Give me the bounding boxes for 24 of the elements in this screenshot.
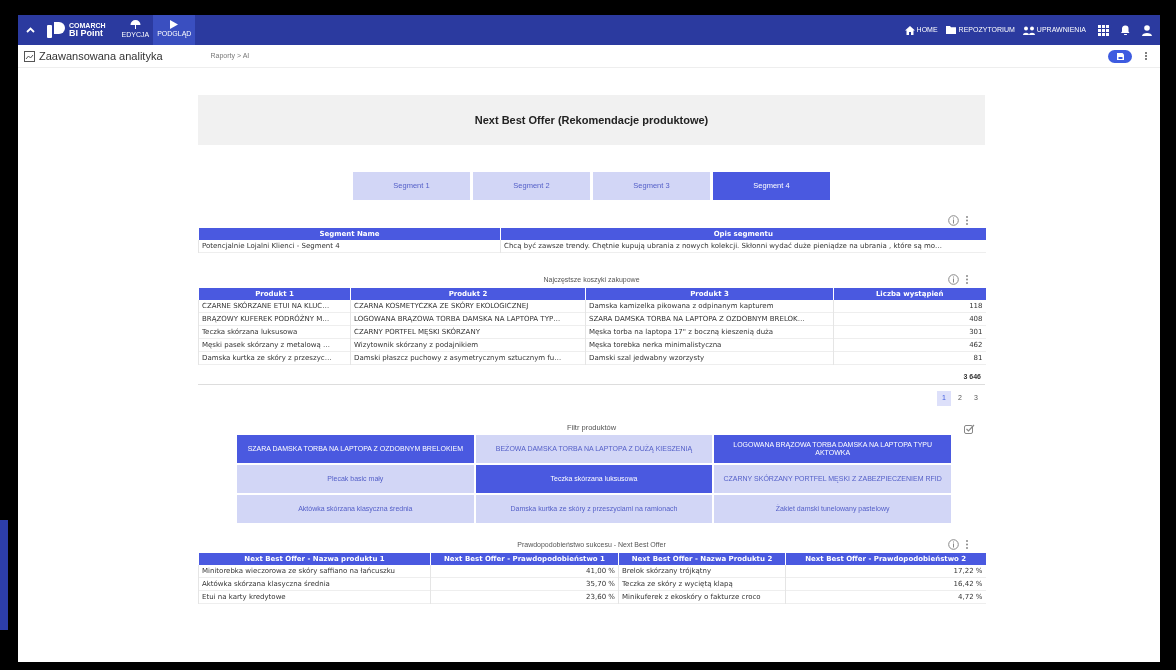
save-icon <box>1116 52 1124 60</box>
bell-icon[interactable] <box>1121 25 1130 35</box>
home-icon <box>904 25 915 35</box>
report-icon <box>24 50 35 62</box>
more-icon[interactable] <box>963 215 971 226</box>
save-button[interactable] <box>1108 49 1132 63</box>
page-title: Zaawansowana analityka <box>39 48 163 64</box>
info-icon[interactable] <box>948 539 959 550</box>
info-icon[interactable] <box>948 215 959 226</box>
umbrella-icon <box>129 19 141 30</box>
user-icon[interactable] <box>1142 24 1152 36</box>
users-icon <box>1022 25 1035 35</box>
logo-icon <box>47 22 65 38</box>
info-icon[interactable] <box>948 274 959 285</box>
more-icon[interactable] <box>963 539 971 550</box>
more-icon[interactable] <box>963 274 971 285</box>
chevron-up-icon[interactable] <box>26 27 35 33</box>
folder-icon <box>945 26 957 34</box>
play-icon <box>170 20 179 30</box>
checkbox-icon[interactable] <box>964 424 975 435</box>
brand-name: BI Point <box>69 29 103 38</box>
more-icon[interactable] <box>1144 51 1148 61</box>
report-title: Next Best Offer (Rekomendacje produktowe) <box>198 95 985 145</box>
apps-grid-icon[interactable] <box>1098 24 1109 36</box>
